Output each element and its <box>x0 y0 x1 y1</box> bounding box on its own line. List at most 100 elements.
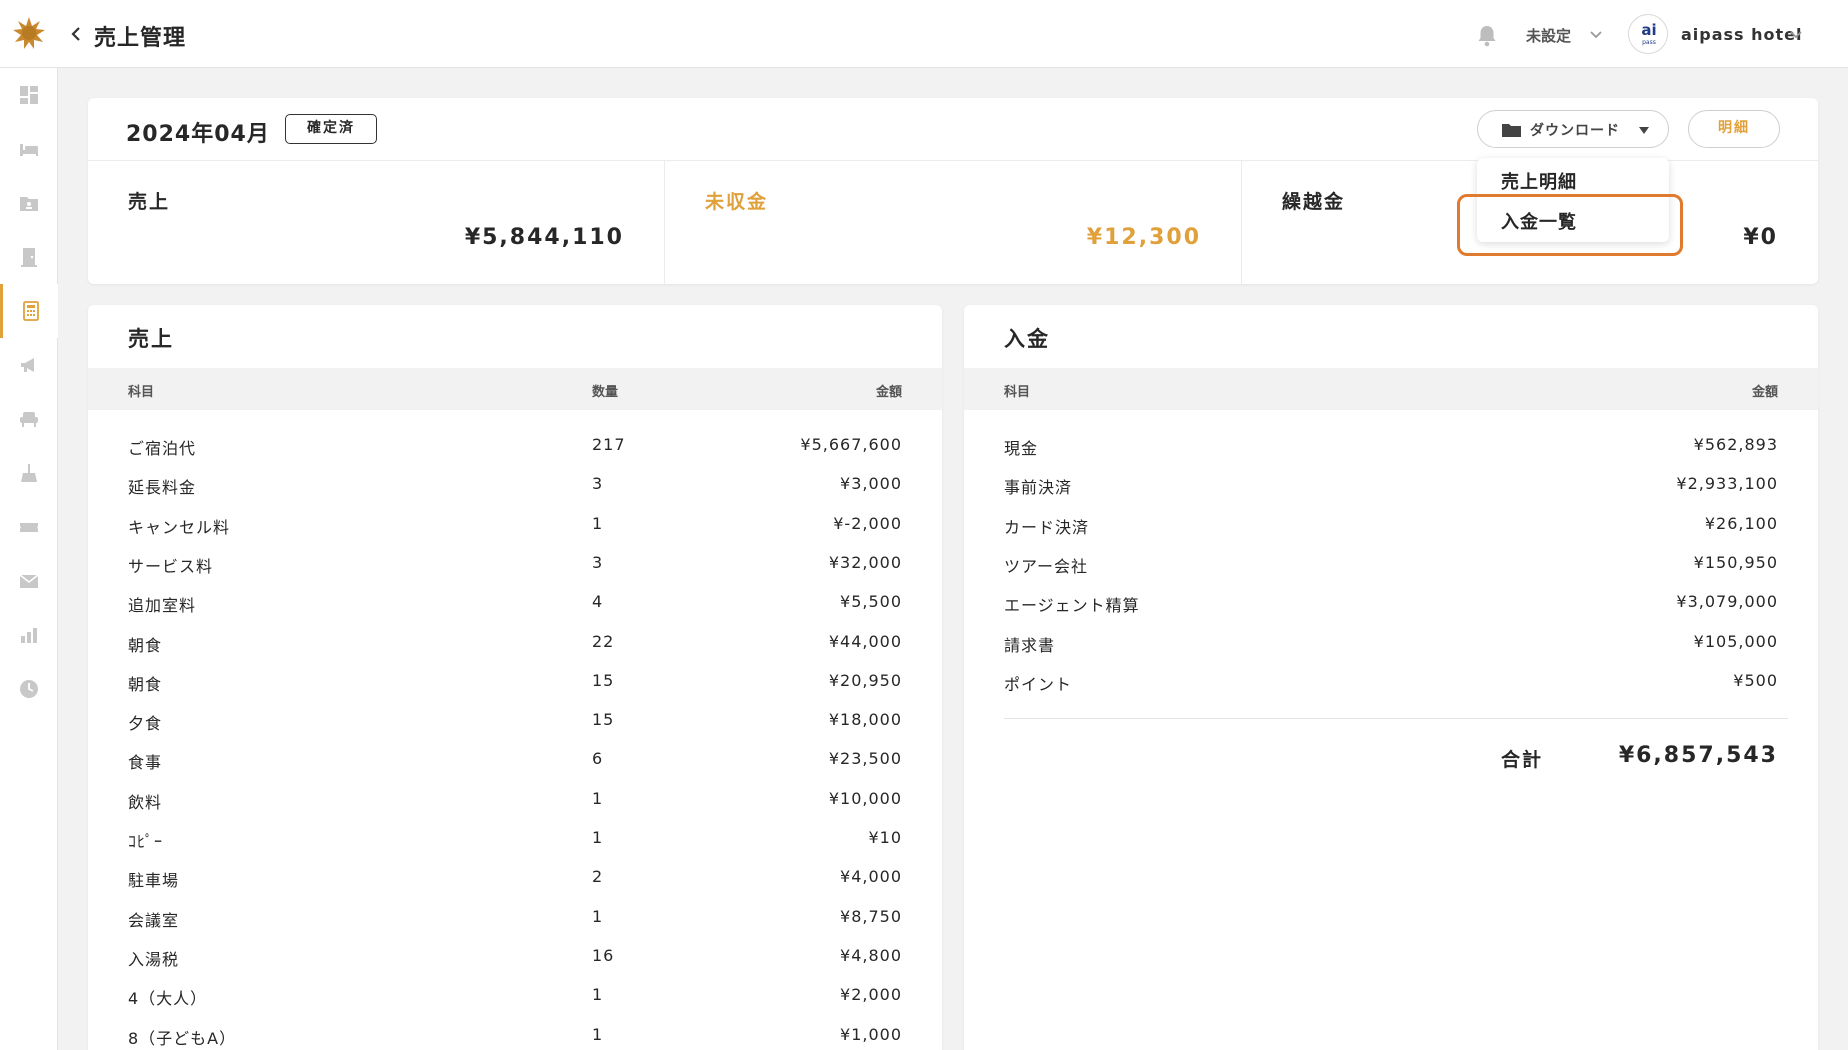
table-row: ポイント ¥500 <box>964 663 1818 702</box>
back-chevron-icon[interactable] <box>66 22 86 46</box>
sidebar-item-cleaning[interactable] <box>0 446 58 500</box>
table-row: 夕食 15 ¥18,000 <box>88 702 942 741</box>
chevron-down-icon[interactable] <box>1589 30 1603 40</box>
row-amount: ¥4,800 <box>840 945 902 965</box>
sales-stat: 売上 ¥5,844,110 <box>88 161 664 284</box>
column-header-item: 科目 <box>1004 385 1031 400</box>
folder-icon <box>1502 124 1521 137</box>
detail-button[interactable]: 明細 <box>1688 110 1780 148</box>
row-amount: ¥5,667,600 <box>800 435 902 454</box>
sidebar <box>0 68 58 1050</box>
row-amount: ¥20,950 <box>828 670 902 690</box>
row-amount: ¥23,500 <box>828 749 902 769</box>
total-value: ¥6,857,543 <box>1618 743 1778 768</box>
payments-panel-title: 入金 <box>1004 327 1050 351</box>
row-item: ご宿泊代 <box>128 439 197 458</box>
table-row: 朝食 15 ¥20,950 <box>88 663 942 702</box>
table-row: エージェント精算 ¥3,079,000 <box>964 584 1818 623</box>
sales-panel: 売上 科目 数量 金額 ご宿泊代 217 ¥5,667,600 延長料金 3 ¥3,000… <box>88 305 942 1050</box>
logo-icon[interactable] <box>12 16 46 50</box>
table-row: 入湯税 16 ¥4,800 <box>88 938 942 977</box>
highlight-box <box>1457 194 1683 256</box>
sidebar-item-sales[interactable] <box>0 284 58 338</box>
sidebar-item-checkin[interactable] <box>0 230 58 284</box>
sidebar-item-guests[interactable] <box>0 176 58 230</box>
guest-folder-icon <box>20 197 38 211</box>
row-qty: 6 <box>592 749 604 769</box>
sidebar-item-tickets[interactable] <box>0 500 58 554</box>
table-row: 朝食 22 ¥44,000 <box>88 624 942 663</box>
sidebar-item-facilities[interactable] <box>0 392 58 446</box>
payments-panel: 入金 科目 金額 現金 ¥562,893 事前決済 ¥2,933,100 カード決済 ¥2… <box>964 305 1818 1050</box>
avatar[interactable]: ai pass <box>1628 14 1668 54</box>
row-amount: ¥150,950 <box>1693 552 1778 572</box>
row-amount: ¥44,000 <box>828 631 902 651</box>
ticket-icon <box>20 523 38 532</box>
row-item: エージェント精算 <box>1004 596 1140 616</box>
table-row: 飲料 1 ¥10,000 <box>88 781 942 820</box>
row-qty: 15 <box>592 710 615 730</box>
bed-icon <box>20 144 38 156</box>
row-item: 追加室料 <box>128 596 197 616</box>
sales-stat-label: 売上 <box>128 191 171 213</box>
row-qty: 1 <box>592 985 604 1005</box>
row-amount: ¥500 <box>1733 670 1778 690</box>
row-item: 4（大人） <box>128 989 208 1009</box>
row-amount: ¥5,500 <box>840 592 902 612</box>
row-amount: ¥105,000 <box>1693 631 1778 651</box>
row-item: カード決済 <box>1004 517 1090 537</box>
table-row: 現金 ¥562,893 <box>964 427 1818 466</box>
sales-stat-value: ¥5,844,110 <box>464 225 624 250</box>
row-item: 駐車場 <box>128 871 180 891</box>
page-title: 売上管理 <box>94 26 187 51</box>
sidebar-item-history[interactable] <box>0 662 58 716</box>
row-item: 朝食 <box>128 635 163 655</box>
row-qty: 1 <box>592 1024 604 1044</box>
row-amount: ¥2,933,100 <box>1676 474 1778 494</box>
row-amount: ¥26,100 <box>1704 513 1778 533</box>
row-item: 事前決済 <box>1004 478 1073 498</box>
row-qty: 15 <box>592 670 615 690</box>
carryover-stat-value: ¥0 <box>1743 225 1778 250</box>
row-amount: ¥3,079,000 <box>1676 592 1778 612</box>
megaphone-icon <box>21 358 34 372</box>
row-amount: ¥1,000 <box>840 1024 902 1044</box>
sidebar-item-announcements[interactable] <box>0 338 58 392</box>
row-qty: 3 <box>592 474 604 494</box>
table-row: ツアー会社 ¥150,950 <box>964 545 1818 584</box>
table-row: 事前決済 ¥2,933,100 <box>964 466 1818 505</box>
sidebar-item-dashboard[interactable] <box>0 68 58 122</box>
row-item: 朝食 <box>128 674 163 694</box>
table-row: 8（子どもA） 1 ¥1,000 <box>88 1017 942 1050</box>
dashboard-icon <box>20 86 38 104</box>
chevron-down-icon[interactable] <box>1789 30 1803 40</box>
sidebar-item-reports[interactable] <box>0 608 58 662</box>
cleaning-icon <box>21 464 37 482</box>
sales-table-header: 科目 数量 金額 <box>88 368 942 410</box>
row-item: ポイント <box>1004 674 1073 694</box>
table-row: 会議室 1 ¥8,750 <box>88 899 942 938</box>
column-header-amount: 金額 <box>1751 385 1778 400</box>
download-label: ダウンロード <box>1530 123 1620 139</box>
row-qty: 217 <box>592 435 626 454</box>
menu-item-sales-detail[interactable]: 売上明細 <box>1501 168 1577 194</box>
door-icon <box>21 248 37 267</box>
calculator-icon <box>22 301 39 321</box>
bell-icon[interactable] <box>1476 23 1498 47</box>
row-qty: 16 <box>592 945 615 965</box>
table-row: キャンセル料 1 ¥-2,000 <box>88 506 942 545</box>
row-item: 延長料金 <box>128 478 197 498</box>
store-selector[interactable]: 未設定 <box>1526 25 1571 46</box>
receivable-stat-label: 未収金 <box>705 191 769 213</box>
sidebar-item-rooms[interactable] <box>0 122 58 176</box>
table-row: 追加室料 4 ¥5,500 <box>88 584 942 623</box>
row-qty: 1 <box>592 513 604 533</box>
table-row: 駐車場 2 ¥4,000 <box>88 859 942 898</box>
hotel-name[interactable]: aipass hotel <box>1681 25 1803 44</box>
clock-icon <box>20 680 38 698</box>
row-amount: ¥32,000 <box>828 552 902 572</box>
row-item: 飲料 <box>128 792 163 812</box>
row-qty: 1 <box>592 906 604 926</box>
download-button[interactable]: ダウンロード <box>1477 110 1669 148</box>
sidebar-item-messages[interactable] <box>0 554 58 608</box>
